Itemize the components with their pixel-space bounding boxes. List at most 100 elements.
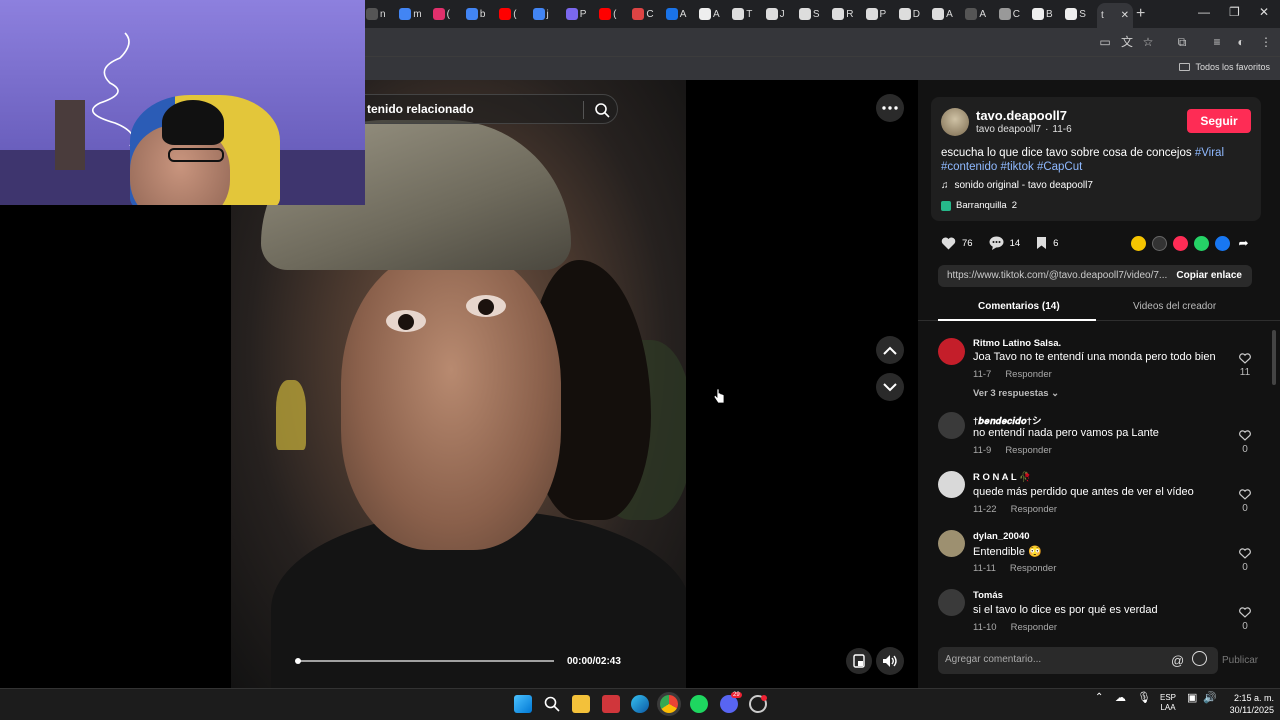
onedrive-icon[interactable]: ☁ (1115, 693, 1126, 704)
tab-comments[interactable]: Comentarios (14) (978, 301, 1060, 312)
file-explorer-icon[interactable] (572, 695, 590, 713)
comment-username[interactable]: Tomás (973, 590, 1003, 601)
comment-username[interactable]: †𝒃𝒆𝒏𝒅𝒆𝒄𝒊𝒅𝒐†シ (973, 413, 1041, 427)
minimize-icon[interactable]: — (1198, 5, 1210, 19)
like-stat[interactable]: 76 (941, 237, 973, 250)
search-icon[interactable] (543, 695, 561, 713)
floating-player-button[interactable] (846, 648, 872, 674)
progress-knob[interactable] (295, 658, 301, 664)
browser-tab[interactable]: ( (599, 6, 616, 22)
tray-chevron-icon[interactable]: ⌃ (1095, 693, 1103, 703)
close-window-icon[interactable]: ✕ (1259, 5, 1269, 19)
profile-icon[interactable]: ◐ (1233, 34, 1249, 50)
send-icon[interactable] (1173, 236, 1188, 251)
browser-tab[interactable]: j (532, 6, 549, 22)
view-replies-button[interactable]: Ver 3 respuestas ⌄ (973, 388, 1059, 399)
comment-avatar[interactable] (938, 338, 965, 365)
browser-tab[interactable]: B (1032, 6, 1053, 22)
browser-tab[interactable]: ( (499, 6, 517, 22)
browser-tab-active[interactable]: t ✕ (1097, 3, 1133, 28)
comment-stat[interactable]: 14 (989, 236, 1020, 250)
start-icon[interactable] (514, 695, 532, 713)
hashtag[interactable]: #contenido (941, 161, 997, 173)
music-row[interactable]: ♫ sonido original - tavo deapooll7 (941, 180, 1093, 191)
edge-icon[interactable] (631, 695, 649, 713)
browser-tab[interactable]: T (732, 6, 752, 22)
comments-scrollbar[interactable] (1272, 330, 1276, 385)
tab-creator-videos[interactable]: Videos del creador (1133, 301, 1216, 312)
media-app-icon[interactable] (602, 695, 620, 713)
new-tab-button[interactable]: + (1136, 5, 1145, 23)
reply-button[interactable]: Responder (1011, 504, 1057, 515)
whatsapp-icon[interactable] (1194, 236, 1209, 251)
comment-username[interactable]: R O N A L 🥀 (973, 472, 1031, 483)
hashtag[interactable]: #CapCut (1037, 161, 1082, 173)
comment-avatar[interactable] (938, 589, 965, 616)
browser-tab[interactable]: P (865, 6, 886, 22)
comment-avatar[interactable] (938, 412, 965, 439)
previous-video-button[interactable] (876, 336, 904, 364)
chrome-icon[interactable] (660, 695, 678, 713)
browser-tab[interactable]: A (932, 6, 953, 22)
related-content-search[interactable]: tenido relacionado (350, 94, 618, 124)
system-clock[interactable]: 2:15 a. m. 30/11/2025 (1222, 692, 1274, 716)
browser-tab[interactable]: S (1065, 6, 1086, 22)
cast-icon[interactable]: ▭ (1097, 34, 1113, 50)
facebook-icon[interactable] (1215, 236, 1230, 251)
browser-tab[interactable]: R (832, 6, 853, 22)
creator-avatar[interactable] (941, 108, 969, 136)
restore-icon[interactable]: ❐ (1229, 5, 1240, 19)
menu-icon[interactable]: ⋮ (1258, 34, 1274, 50)
browser-tab[interactable]: S (798, 6, 820, 22)
video-progress-bar[interactable] (295, 658, 554, 664)
share-arrow-icon[interactable]: ➦ (1236, 236, 1251, 251)
browser-tab[interactable]: A (665, 6, 686, 22)
more-options-button[interactable] (876, 94, 904, 122)
share-link-url[interactable]: https://www.tiktok.com/@tavo.deapooll7/v… (947, 270, 1167, 281)
browser-tab[interactable]: D (898, 6, 920, 22)
search-icon[interactable] (593, 101, 611, 119)
browser-tab[interactable]: m (399, 6, 422, 22)
browser-tab[interactable]: C (632, 6, 654, 22)
browser-tab[interactable]: A (699, 6, 720, 22)
follow-button[interactable]: Seguir (1187, 109, 1251, 133)
volume-button[interactable] (876, 647, 904, 675)
language-indicator[interactable]: ESP LAA (1159, 693, 1177, 713)
comment-username[interactable]: dylan_20040 (973, 531, 1030, 542)
mention-icon[interactable]: @ (1171, 653, 1184, 668)
emoji-icon[interactable] (1192, 651, 1207, 666)
media-icon[interactable]: ≡ (1209, 34, 1225, 50)
next-video-button[interactable] (876, 373, 904, 401)
microphone-icon[interactable]: 🎙 (1137, 693, 1151, 704)
repost-icon[interactable] (1131, 236, 1146, 251)
speaker-icon[interactable]: 🔊 (1203, 693, 1217, 704)
browser-tab[interactable]: b (465, 6, 485, 22)
extensions-icon[interactable]: ⧉ (1174, 34, 1190, 50)
network-icon[interactable]: ▣ (1187, 693, 1197, 704)
browser-tab[interactable]: A (965, 6, 986, 22)
browser-tab[interactable]: n (366, 6, 386, 22)
reply-button[interactable]: Responder (1005, 445, 1051, 456)
embed-icon[interactable] (1152, 236, 1167, 251)
all-bookmarks[interactable]: Todos los favoritos (1179, 62, 1270, 72)
browser-tab[interactable]: C (998, 6, 1020, 22)
publish-button[interactable]: Publicar (1222, 655, 1258, 666)
reply-button[interactable]: Responder (1005, 369, 1051, 380)
bookmark-star-icon[interactable]: ☆ (1140, 34, 1156, 50)
creator-username[interactable]: tavo.deapooll7 (976, 108, 1067, 123)
browser-tab[interactable]: P (565, 6, 586, 22)
spotify-icon[interactable] (690, 695, 708, 713)
reply-button[interactable]: Responder (1010, 563, 1056, 574)
hashtag[interactable]: #Viral (1195, 147, 1224, 159)
comment-avatar[interactable] (938, 471, 965, 498)
browser-tab[interactable]: J (765, 6, 785, 22)
hashtag[interactable]: #tiktok (1000, 161, 1033, 173)
save-stat[interactable]: 6 (1036, 236, 1058, 250)
copy-link-button[interactable]: Copiar enlace (1176, 270, 1242, 281)
comment-avatar[interactable] (938, 530, 965, 557)
comment-username[interactable]: Ritmo Latino Salsa. (973, 338, 1061, 349)
close-tab-icon[interactable]: ✕ (1121, 10, 1129, 21)
reply-button[interactable]: Responder (1011, 622, 1057, 632)
translate-icon[interactable]: 文 (1119, 34, 1135, 50)
browser-tab[interactable]: ( (432, 6, 450, 22)
